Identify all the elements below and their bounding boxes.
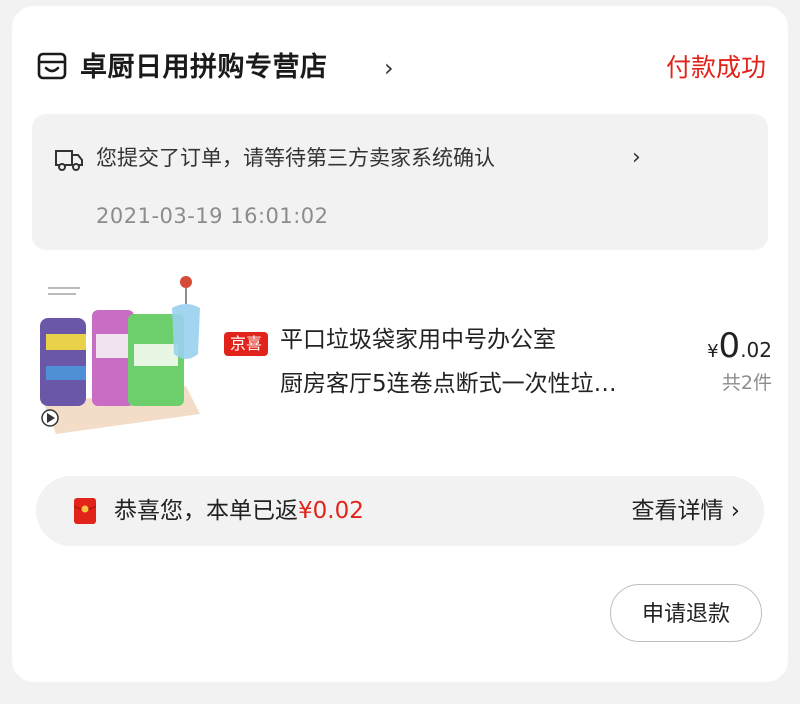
- truck-icon: [55, 150, 83, 171]
- red-envelope-icon: [74, 498, 96, 524]
- rebate-amount: ¥0.02: [298, 498, 364, 524]
- refund-button[interactable]: 申请退款: [610, 584, 762, 642]
- price-decimal: .02: [740, 338, 772, 362]
- product-price: ¥0.02: [707, 326, 772, 372]
- price-symbol: ¥: [707, 341, 719, 362]
- store-icon: [37, 52, 67, 80]
- order-notice[interactable]: 您提交了订单，请等待第三方卖家系统确认 › 2021-03-19 16:01:0…: [32, 114, 768, 250]
- rebate-message: 恭喜您，本单已返¥0.02: [114, 492, 364, 530]
- chevron-right-icon[interactable]: ›: [632, 140, 641, 176]
- product-title-line2[interactable]: 厨房客厅5连卷点断式一次性垃…: [280, 364, 617, 404]
- store-header[interactable]: 卓厨日用拼购专营店 › 付款成功: [36, 46, 766, 90]
- order-card: 卓厨日用拼购专营店 › 付款成功 您提交了订单，请等待第三方卖家系统确认 › 2…: [12, 6, 788, 682]
- view-details-link[interactable]: 查看详情 ›: [631, 492, 740, 530]
- product-thumbnail[interactable]: [36, 274, 200, 434]
- product-quantity: 共2件: [721, 372, 772, 394]
- store-name[interactable]: 卓厨日用拼购专营店: [80, 46, 328, 90]
- order-status: 付款成功: [665, 53, 766, 82]
- jingxi-badge: 京喜: [224, 332, 269, 356]
- rebate-bar[interactable]: 恭喜您，本单已返¥0.02 查看详情 ›: [36, 476, 764, 546]
- product-item[interactable]: 京喜 平口垃圾袋家用中号办公室 厨房客厅5连卷点断式一次性垃… ¥0.02 共2…: [36, 274, 772, 434]
- product-title-line1[interactable]: 平口垃圾袋家用中号办公室: [280, 320, 556, 360]
- chevron-right-icon[interactable]: ›: [384, 46, 394, 90]
- order-time: 2021-03-19 16:01:02: [96, 204, 329, 228]
- notice-message: 您提交了订单，请等待第三方卖家系统确认: [96, 146, 495, 170]
- rebate-text: 恭喜您，本单已返: [114, 498, 298, 524]
- price-integer: 0: [718, 326, 741, 366]
